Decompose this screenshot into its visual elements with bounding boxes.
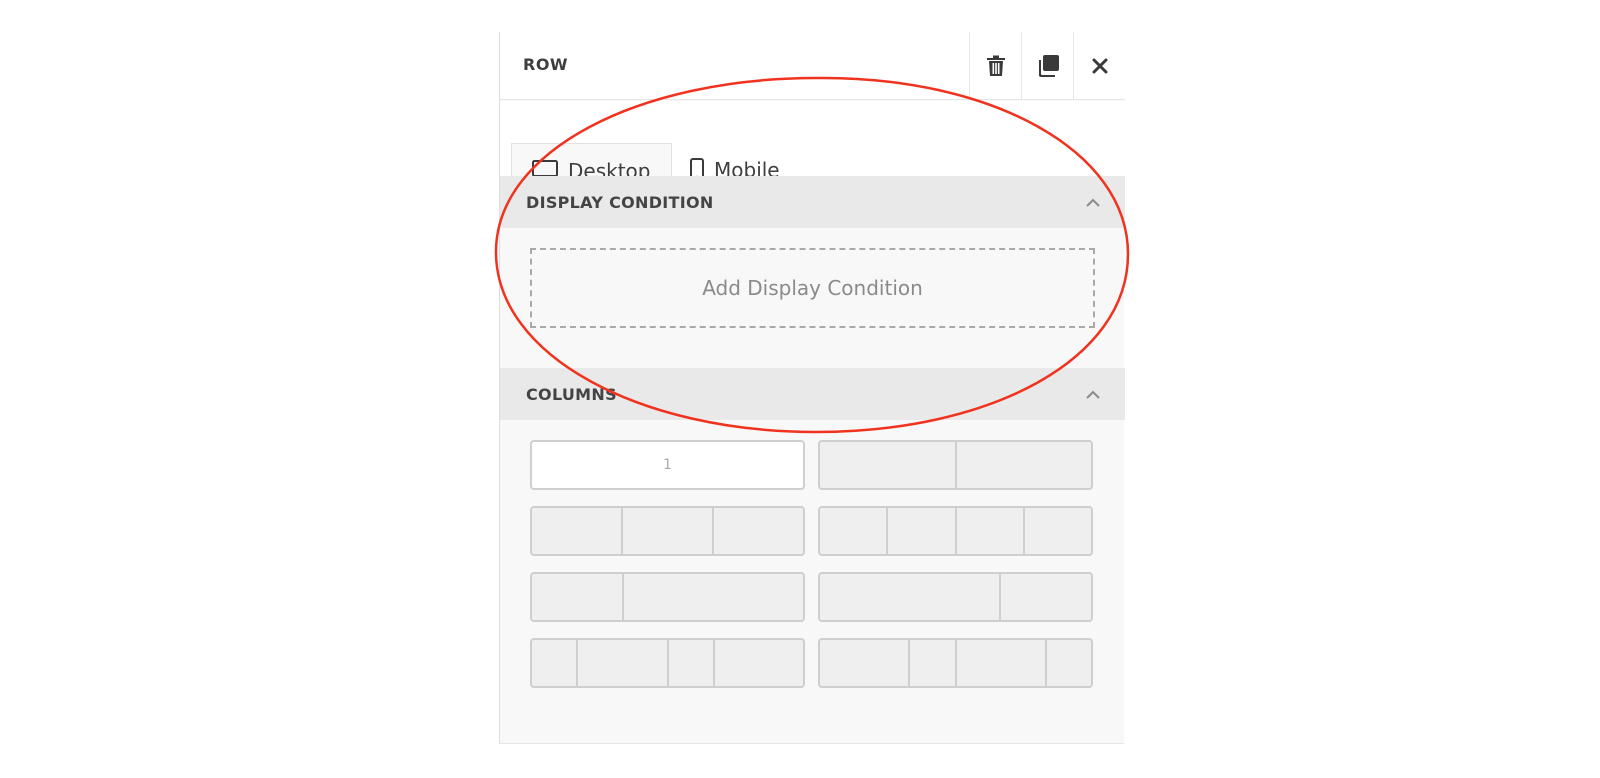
column-layout-cell <box>957 640 1047 686</box>
display-condition-header[interactable]: DISPLAY CONDITION <box>500 176 1125 228</box>
column-layout-option[interactable] <box>818 440 1093 490</box>
column-layout-cell <box>1025 508 1091 554</box>
column-layout-cell <box>532 640 579 686</box>
header-actions <box>969 32 1125 100</box>
row-settings-panel: ROW Desktop Mobile DISPLAY CONDITION Add… <box>499 32 1125 744</box>
column-layout-option[interactable] <box>818 506 1093 556</box>
column-layout-cell <box>1001 574 1091 620</box>
close-button[interactable] <box>1073 32 1125 100</box>
column-layout-option[interactable] <box>530 506 805 556</box>
column-layout-cell <box>532 508 623 554</box>
column-layout-cell <box>1047 640 1091 686</box>
column-layout-cell <box>715 640 803 686</box>
columns-header[interactable]: COLUMNS <box>500 368 1125 420</box>
chevron-up-icon <box>1085 193 1101 212</box>
column-layout-option[interactable] <box>818 572 1093 622</box>
column-layout-cell <box>888 508 957 554</box>
column-layout-cell <box>820 508 889 554</box>
column-layout-option[interactable] <box>530 572 805 622</box>
column-layout-cell <box>714 508 803 554</box>
display-condition-title: DISPLAY CONDITION <box>526 192 714 212</box>
column-layout-cell <box>957 508 1025 554</box>
column-layout-cell <box>624 574 803 620</box>
close-icon <box>1092 58 1107 74</box>
column-layout-label: 1 <box>663 457 672 473</box>
duplicate-button[interactable] <box>1021 32 1073 100</box>
column-layout-cell <box>910 640 957 686</box>
panel-title: ROW <box>523 55 569 74</box>
column-layout-cell <box>820 640 911 686</box>
column-layout-cell <box>578 640 669 686</box>
column-layout-cell <box>669 640 715 686</box>
trash-icon <box>986 55 1005 76</box>
column-layout-cell <box>623 508 714 554</box>
column-layout-cell <box>820 442 957 488</box>
duplicate-icon <box>1038 55 1059 77</box>
canvas: ROW Desktop Mobile DISPLAY CONDITION Add… <box>0 0 1600 778</box>
column-layout-option[interactable] <box>530 638 805 688</box>
column-layout-cell <box>957 442 1092 488</box>
column-layout-option[interactable]: 1 <box>530 440 805 490</box>
panel-header: ROW <box>500 32 1125 100</box>
columns-title: COLUMNS <box>526 384 617 404</box>
column-layout-cell <box>532 574 624 620</box>
add-display-condition-button[interactable]: Add Display Condition <box>530 248 1095 328</box>
column-layout-option[interactable] <box>818 638 1093 688</box>
delete-button[interactable] <box>969 32 1021 100</box>
chevron-up-icon <box>1085 385 1101 404</box>
column-layout-cell <box>820 574 1002 620</box>
